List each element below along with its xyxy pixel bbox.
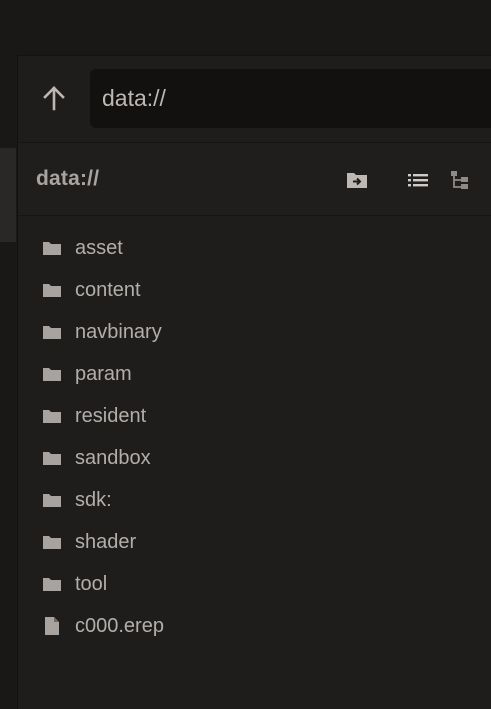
path-header: data:// xyxy=(18,143,491,216)
folder-icon xyxy=(43,239,61,257)
file-name: sdk: xyxy=(75,489,112,511)
address-input[interactable] xyxy=(90,69,491,128)
file-name: param xyxy=(75,363,132,385)
folder-icon xyxy=(43,281,61,299)
list-item-file-c000-erep[interactable]: c000.erep xyxy=(18,605,491,647)
tree-view-icon xyxy=(451,171,468,189)
file-list: asset content navbinary param resident s… xyxy=(18,227,491,647)
folder-icon xyxy=(43,449,61,467)
file-browser-panel: data:// data:// asset content navbinary … xyxy=(17,55,491,709)
move-to-folder-button[interactable] xyxy=(344,167,370,193)
up-directory-button[interactable] xyxy=(36,80,72,116)
file-name: asset xyxy=(75,237,123,259)
list-item-folder-sdk[interactable]: sdk: xyxy=(18,479,491,521)
address-bar xyxy=(18,56,491,143)
tree-view-button[interactable] xyxy=(448,167,474,193)
left-sidebar-edge xyxy=(0,148,16,242)
list-item-folder-param[interactable]: param xyxy=(18,353,491,395)
file-name: sandbox xyxy=(75,447,151,469)
folder-icon xyxy=(43,407,61,425)
list-item-folder-sandbox[interactable]: sandbox xyxy=(18,437,491,479)
list-item-folder-tool[interactable]: tool xyxy=(18,563,491,605)
list-view-button[interactable] xyxy=(405,167,431,193)
arrow-up-icon xyxy=(43,86,65,111)
folder-icon xyxy=(43,365,61,383)
move-to-folder-icon xyxy=(347,173,367,188)
path-title: data:// xyxy=(36,167,100,190)
file-name: c000.erep xyxy=(75,615,164,637)
list-view-icon xyxy=(408,174,428,187)
file-name: resident xyxy=(75,405,147,427)
file-icon xyxy=(43,617,61,635)
list-item-folder-shader[interactable]: shader xyxy=(18,521,491,563)
folder-icon xyxy=(43,323,61,341)
file-name: navbinary xyxy=(75,321,162,343)
list-item-folder-resident[interactable]: resident xyxy=(18,395,491,437)
list-item-folder-content[interactable]: content xyxy=(18,269,491,311)
folder-icon xyxy=(43,533,61,551)
list-item-folder-navbinary[interactable]: navbinary xyxy=(18,311,491,353)
folder-icon xyxy=(43,491,61,509)
file-name: content xyxy=(75,279,141,301)
folder-icon xyxy=(43,575,61,593)
file-name: shader xyxy=(75,531,137,553)
list-item-folder-asset[interactable]: asset xyxy=(18,227,491,269)
file-name: tool xyxy=(75,573,108,595)
